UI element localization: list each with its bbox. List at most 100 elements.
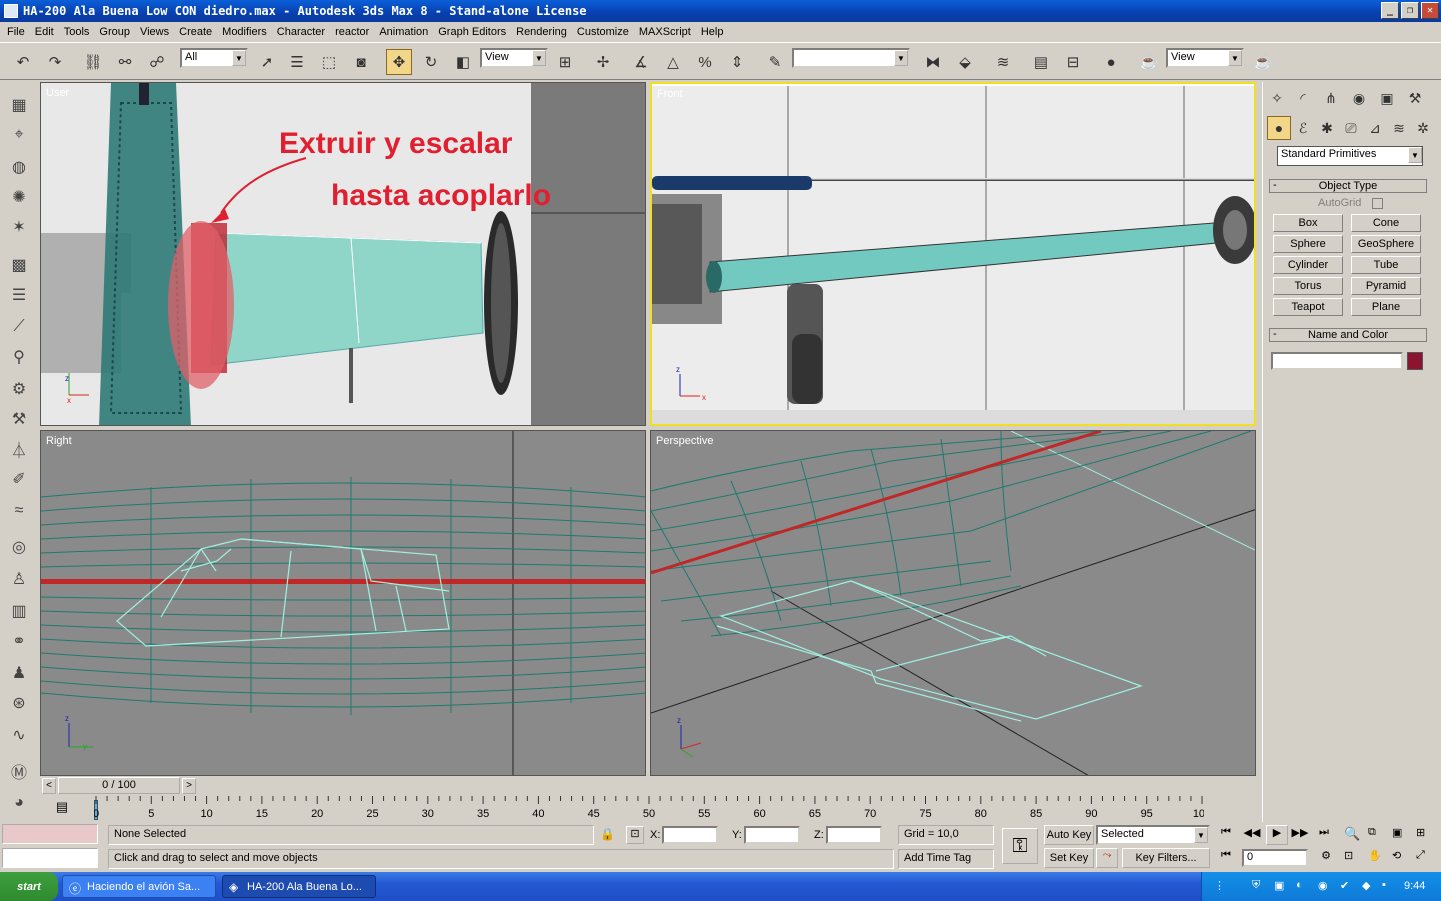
- primitive-category-dropdown[interactable]: Standard Primitives ▼: [1277, 146, 1423, 166]
- add-time-tag[interactable]: Add Time Tag: [898, 849, 994, 869]
- object-color-swatch[interactable]: [1407, 352, 1423, 370]
- select-by-name-icon[interactable]: ☰: [284, 49, 310, 75]
- set-key-button[interactable]: Set Key: [1044, 848, 1094, 868]
- wave-icon[interactable]: ≈: [6, 498, 32, 524]
- link-icon[interactable]: ⚭: [6, 628, 32, 654]
- helper-icon[interactable]: ⚲: [6, 344, 32, 370]
- spinner-snap-icon[interactable]: ⇕: [724, 49, 750, 75]
- maxscript-icon[interactable]: Ⓜ: [6, 758, 32, 784]
- cylinder-button[interactable]: Cylinder: [1273, 256, 1343, 274]
- select-object-icon[interactable]: ➚: [254, 49, 280, 75]
- box-button[interactable]: Box: [1273, 214, 1343, 232]
- schematic-view-icon[interactable]: ⊟: [1060, 49, 1086, 75]
- prev-frame-arrow-icon[interactable]: <: [42, 778, 56, 794]
- taskbar-item-3dsmax[interactable]: ◈ HA-200 Ala Buena Lo...: [222, 875, 376, 898]
- previous-frame-icon[interactable]: ◀◀: [1242, 826, 1262, 844]
- motion-tab-icon[interactable]: ◉: [1347, 86, 1371, 110]
- brush-icon[interactable]: ✐: [6, 466, 32, 492]
- coil-icon[interactable]: ☰: [6, 282, 32, 308]
- default-tangents-icon[interactable]: ⤳: [1096, 848, 1118, 868]
- align-icon[interactable]: ⬙: [952, 49, 978, 75]
- percent-snap-icon[interactable]: %: [692, 49, 718, 75]
- menu-edit[interactable]: Edit: [30, 26, 59, 38]
- play-icon[interactable]: ▶: [1266, 825, 1288, 845]
- ring-icon[interactable]: ◎: [6, 534, 32, 560]
- undo-icon[interactable]: ↶: [10, 49, 36, 75]
- menu-views[interactable]: Views: [135, 26, 174, 38]
- viewport-user[interactable]: User Extruir y escalar hasta acoplarlo z…: [40, 82, 646, 426]
- menu-character[interactable]: Character: [272, 26, 330, 38]
- menu-help[interactable]: Help: [696, 26, 729, 38]
- autogrid-checkbox[interactable]: [1372, 198, 1383, 209]
- material-editor-icon[interactable]: ●: [1098, 49, 1124, 75]
- menu-rendering[interactable]: Rendering: [511, 26, 572, 38]
- time-configuration-icon[interactable]: ⚙: [1316, 849, 1336, 867]
- menu-maxscript[interactable]: MAXScript: [634, 26, 696, 38]
- key-mode-toggle-icon[interactable]: ⏮: [1216, 849, 1236, 867]
- lock-selection-icon[interactable]: 🔒: [600, 827, 615, 841]
- menu-group[interactable]: Group: [94, 26, 135, 38]
- antivirus-icon[interactable]: ◉: [1318, 879, 1328, 892]
- security-icon[interactable]: ✔: [1340, 879, 1349, 892]
- select-and-rotate-icon[interactable]: ↻: [418, 49, 444, 75]
- set-key-icon[interactable]: ⚿: [1002, 828, 1038, 864]
- chain-icon[interactable]: ∿: [6, 722, 32, 748]
- menu-graph-editors[interactable]: Graph Editors: [433, 26, 511, 38]
- menu-customize[interactable]: Customize: [572, 26, 634, 38]
- modify-tab-icon[interactable]: ◜: [1291, 86, 1315, 110]
- pyramid-button[interactable]: Pyramid: [1351, 277, 1421, 295]
- cone-button[interactable]: Cone: [1351, 214, 1421, 232]
- arc-rotate-icon[interactable]: ⟲: [1392, 849, 1401, 862]
- named-selection-dropdown[interactable]: ▼: [792, 48, 910, 68]
- x-coordinate-input[interactable]: [662, 826, 718, 844]
- bind-space-warp-icon[interactable]: ☍: [144, 49, 170, 75]
- curve-editor-icon[interactable]: ▤: [1028, 49, 1054, 75]
- book-icon[interactable]: ▥: [6, 598, 32, 624]
- teapot-button[interactable]: Teapot: [1273, 298, 1343, 316]
- cameras-icon[interactable]: ⎚: [1339, 116, 1363, 140]
- go-to-start-icon[interactable]: ⏮: [1216, 826, 1236, 844]
- rectangular-selection-icon[interactable]: ⬚: [316, 49, 342, 75]
- minimize-button[interactable]: _: [1381, 2, 1399, 19]
- network-icon[interactable]: ▣: [1274, 879, 1284, 892]
- material-icon[interactable]: ◕: [6, 790, 32, 816]
- grid-object-icon[interactable]: ▩: [6, 252, 32, 278]
- hierarchy-tab-icon[interactable]: ⋔: [1319, 86, 1343, 110]
- zoom-extents-icon[interactable]: ▣: [1392, 826, 1402, 839]
- menu-reactor[interactable]: reactor: [330, 26, 374, 38]
- sphere-button[interactable]: Sphere: [1273, 235, 1343, 253]
- volume-icon[interactable]: ◐: [1296, 879, 1303, 891]
- light-icon[interactable]: ✺: [6, 184, 32, 210]
- star-icon[interactable]: ✶: [6, 214, 32, 240]
- track-bar[interactable]: ▤ 0 5 10 15 20 25 30 35 40 45 50 55 60 65 70 75 80 85 90 95…: [40, 796, 1258, 822]
- modifier-icon[interactable]: ⚒: [6, 406, 32, 432]
- zoom-extents-all-icon[interactable]: ⊞: [1416, 826, 1425, 839]
- viewport-right[interactable]: Right z y: [40, 430, 646, 776]
- start-button[interactable]: start: [0, 872, 58, 901]
- app-tray-icon[interactable]: ◆: [1362, 879, 1370, 892]
- display-tab-icon[interactable]: ▣: [1375, 86, 1399, 110]
- biped-icon[interactable]: ♙: [6, 566, 32, 592]
- menu-animation[interactable]: Animation: [374, 26, 433, 38]
- tube-button[interactable]: Tube: [1351, 256, 1421, 274]
- frame-thumb[interactable]: 0 / 100: [58, 777, 180, 794]
- edit-named-selections-icon[interactable]: ✎: [762, 49, 788, 75]
- selection-filter-dropdown[interactable]: All ▼: [180, 48, 248, 68]
- close-button[interactable]: ✕: [1421, 2, 1439, 19]
- zoom-all-icon[interactable]: ⧉: [1368, 826, 1376, 839]
- y-coordinate-input[interactable]: [744, 826, 800, 844]
- quick-render-icon[interactable]: ☕: [1250, 49, 1276, 75]
- time-slider[interactable]: < 0 / 100 >: [40, 776, 1258, 796]
- angle-snap-icon[interactable]: △: [660, 49, 686, 75]
- current-frame-input[interactable]: 0: [1242, 849, 1308, 867]
- space-warps-icon[interactable]: ≋: [1387, 116, 1411, 140]
- absolute-mode-icon[interactable]: ⊡: [626, 826, 644, 844]
- render-scene-icon[interactable]: ☕: [1136, 49, 1162, 75]
- shapes-icon[interactable]: ℰ: [1291, 116, 1315, 140]
- menu-modifiers[interactable]: Modifiers: [217, 26, 272, 38]
- z-coordinate-input[interactable]: [826, 826, 882, 844]
- manipulate-icon[interactable]: ✢: [590, 49, 616, 75]
- region-zoom-icon[interactable]: ⊡: [1344, 849, 1353, 862]
- menu-file[interactable]: File: [2, 26, 30, 38]
- auto-key-button[interactable]: Auto Key: [1044, 825, 1094, 845]
